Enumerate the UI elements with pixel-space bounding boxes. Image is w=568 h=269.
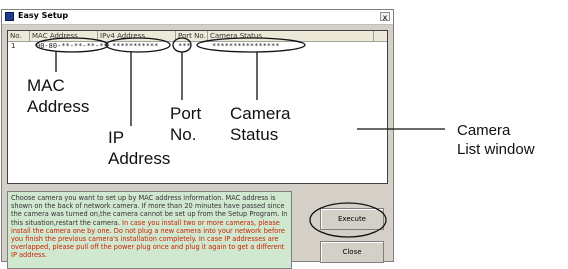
- mac-ellipse: [35, 37, 109, 53]
- list-label-line2: List window: [457, 141, 535, 158]
- camera-status-label: Camera Status: [230, 103, 290, 145]
- status-label-line1: Camera: [230, 104, 291, 123]
- ip-label-line1: IP: [108, 128, 125, 147]
- port-no-label: Port No.: [170, 103, 201, 145]
- list-label-line1: Camera: [457, 122, 511, 139]
- status-label-line2: Status: [230, 125, 279, 144]
- port-label-line1: Port: [170, 104, 202, 123]
- ip-address-label: IP Address: [108, 127, 170, 169]
- camera-list-window-label: Camera List window: [457, 121, 535, 159]
- execute-ellipse: [309, 202, 387, 238]
- mac-address-label: MAC Address: [27, 75, 89, 117]
- ip-label-line2: Address: [108, 149, 171, 168]
- ip-ellipse: [105, 37, 171, 53]
- port-label-line2: No.: [170, 125, 197, 144]
- mac-label-line1: MAC: [27, 76, 65, 95]
- mac-label-line2: Address: [27, 97, 90, 116]
- port-ellipse: [172, 37, 192, 53]
- status-ellipse: [196, 37, 306, 53]
